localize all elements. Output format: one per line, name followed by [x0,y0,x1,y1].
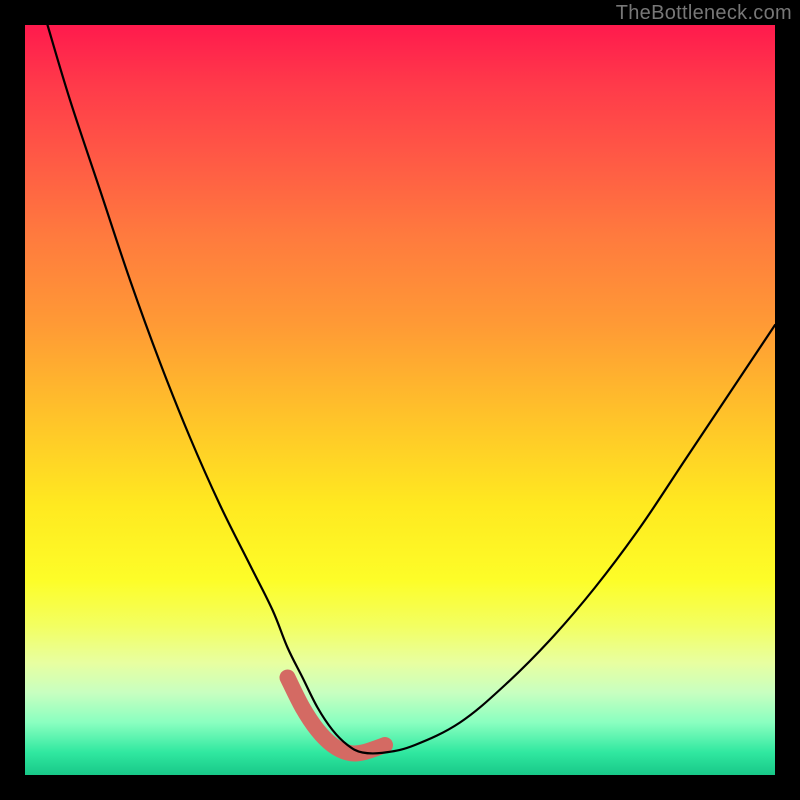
plot-area [25,25,775,775]
chart-frame: TheBottleneck.com [0,0,800,800]
curve-layer [25,25,775,775]
highlight-min-curve [288,678,386,754]
bottleneck-curve [48,25,776,754]
watermark-text: TheBottleneck.com [616,2,792,25]
